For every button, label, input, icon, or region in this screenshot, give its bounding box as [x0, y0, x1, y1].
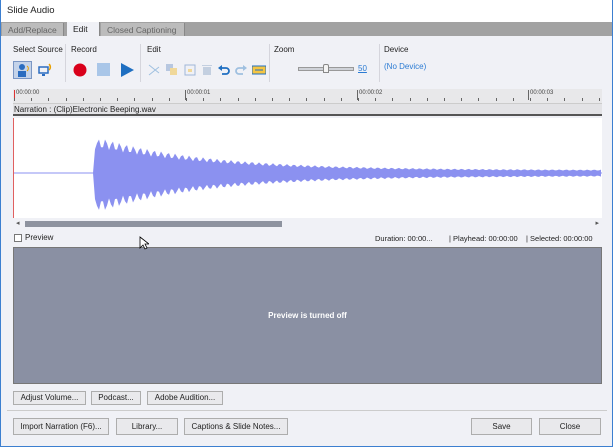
- microphone-source-icon[interactable]: [13, 61, 32, 79]
- preview-checkbox[interactable]: [14, 234, 22, 242]
- tab-add-replace[interactable]: Add/Replace: [2, 23, 64, 36]
- ruler-tick: [14, 98, 15, 101]
- mouse-cursor-icon: [139, 236, 149, 250]
- ruler-tick: [48, 98, 50, 101]
- adjust-volume-button[interactable]: Adjust Volume...: [13, 391, 86, 405]
- ruler-tick: [323, 98, 325, 101]
- delete-icon[interactable]: [199, 62, 215, 78]
- ruler-tick: [220, 98, 222, 101]
- undo-icon[interactable]: [216, 62, 232, 78]
- ruler-tick: [168, 98, 170, 101]
- scrollbar-thumb[interactable]: [25, 221, 282, 227]
- playhead-text: | Playhead: 00:00:00: [449, 234, 518, 243]
- ruler-tick: [186, 98, 187, 101]
- zoom-slider-thumb[interactable]: [323, 64, 329, 73]
- redo-icon[interactable]: [233, 62, 249, 78]
- ruler-tick: [375, 98, 377, 101]
- preview-area: Preview is turned off: [13, 247, 602, 384]
- zoom-value[interactable]: 50: [358, 64, 367, 73]
- waveform-panel[interactable]: [13, 118, 602, 218]
- tab-closed-captioning[interactable]: Closed Captioning: [101, 23, 185, 36]
- tab-edit[interactable]: Edit: [67, 22, 100, 36]
- ruler-tick: [272, 98, 273, 101]
- insert-silence-icon[interactable]: [251, 62, 267, 78]
- ruler-label: 00:00:01: [185, 90, 210, 100]
- window-title: Slide Audio: [1, 0, 612, 22]
- ruler-tick: [495, 98, 497, 101]
- ruler-tick: [306, 98, 308, 101]
- zoom-label: Zoom: [274, 45, 295, 54]
- ruler-tick: [117, 98, 119, 101]
- ruler-tick: [100, 98, 101, 101]
- tab-bar: Add/Replace Edit Closed Captioning: [1, 22, 612, 36]
- paste-icon[interactable]: [182, 62, 198, 78]
- podcast-button[interactable]: Podcast...: [91, 391, 141, 405]
- ruler-tick: [203, 98, 205, 101]
- adobe-audition-button[interactable]: Adobe Audition...: [147, 391, 223, 405]
- ruler-label: 00:00:02: [357, 90, 382, 100]
- ruler-label: 00:00:03: [528, 90, 553, 100]
- ruler-tick: [598, 98, 600, 101]
- copy-icon[interactable]: [164, 62, 180, 78]
- ruler-label: 00:00:00: [14, 90, 39, 100]
- scroll-right-arrow[interactable]: ▸: [595, 219, 599, 227]
- select-source-label: Select Source: [13, 45, 63, 54]
- record-button[interactable]: [72, 62, 88, 78]
- import-narration-button[interactable]: Import Narration (F6)...: [13, 418, 109, 435]
- ruler-tick: [358, 98, 359, 101]
- play-button[interactable]: [119, 62, 135, 78]
- horizontal-scrollbar[interactable]: ◂ ▸: [13, 219, 602, 229]
- record-label: Record: [71, 45, 97, 54]
- ruler-tick: [151, 98, 153, 101]
- cut-icon[interactable]: [146, 62, 162, 78]
- timeline-ruler[interactable]: 00:00:00 00:00:01 00:00:02 00:00:03: [13, 89, 602, 104]
- ruler-tick: [340, 98, 342, 101]
- ruler-tick: [289, 98, 291, 101]
- ruler-tick: [254, 98, 256, 101]
- preview-label: Preview: [25, 233, 54, 242]
- close-button[interactable]: Close: [539, 418, 601, 435]
- ruler-tick: [581, 98, 583, 101]
- ruler-tick: [461, 98, 463, 101]
- edit-label: Edit: [147, 45, 161, 54]
- ruler-tick: [31, 98, 33, 101]
- ruler-tick: [444, 98, 445, 101]
- ruler-tick: [82, 98, 84, 101]
- ruler-tick: [564, 98, 566, 101]
- ruler-tick: [426, 98, 428, 101]
- stop-button[interactable]: [96, 62, 112, 78]
- save-button[interactable]: Save: [471, 418, 532, 435]
- ruler-tick: [512, 98, 514, 101]
- system-audio-source-icon[interactable]: [38, 62, 54, 78]
- device-label: Device: [384, 45, 409, 54]
- track-label: Narration : (Clip)Electronic Beeping.wav: [13, 104, 602, 116]
- library-button[interactable]: Library...: [116, 418, 178, 435]
- ruler-tick: [409, 98, 411, 101]
- waveform: [93, 139, 601, 210]
- ruler-tick: [237, 98, 239, 101]
- ruler-tick: [65, 98, 67, 101]
- ruler-tick: [134, 98, 136, 101]
- duration-text: Duration: 00:00...: [375, 234, 433, 243]
- ruler-tick: [478, 98, 480, 101]
- ruler-tick: [530, 98, 531, 101]
- captions-slide-notes-button[interactable]: Captions & Slide Notes...: [184, 418, 288, 435]
- preview-message: Preview is turned off: [268, 311, 347, 320]
- ruler-tick: [547, 98, 549, 101]
- selected-text: | Selected: 00:00:00: [526, 234, 593, 243]
- zoom-slider[interactable]: [298, 64, 354, 73]
- scroll-left-arrow[interactable]: ◂: [16, 219, 20, 227]
- device-value: (No Device): [384, 62, 427, 71]
- ruler-tick: [392, 98, 394, 101]
